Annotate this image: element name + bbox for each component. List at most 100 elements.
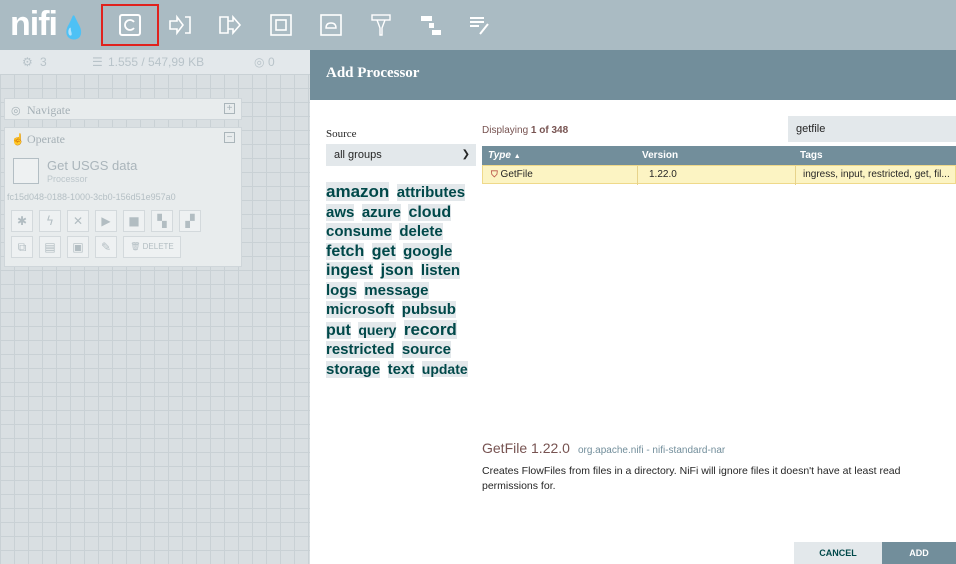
- label-icon[interactable]: [466, 12, 492, 38]
- color-icon[interactable]: ✎: [95, 236, 117, 258]
- paste-icon[interactable]: ▤: [39, 236, 61, 258]
- processor-description-wrap: Creates FlowFiles from files in a direct…: [482, 441, 942, 494]
- tag-listen[interactable]: listen: [420, 262, 461, 279]
- processor-type-table: Type ▲ Version Tags ⛉ GetFile 1.22.0 ing…: [482, 146, 956, 185]
- tag-cloud: amazon attributes aws azure cloud consum…: [326, 182, 476, 379]
- tag-google[interactable]: google: [403, 242, 453, 260]
- expand-icon[interactable]: +: [224, 103, 235, 114]
- create-template-icon[interactable]: ▚: [151, 210, 173, 232]
- result-count: Displaying 1 of 348: [482, 125, 568, 136]
- navigate-panel: ◎ Navigate +: [4, 98, 242, 120]
- process-group-icon[interactable]: [268, 12, 294, 38]
- cancel-button[interactable]: CANCEL: [794, 542, 882, 564]
- tag-logs[interactable]: logs: [326, 281, 357, 299]
- threads-icon: ⚙: [22, 55, 33, 69]
- start-icon[interactable]: ▶: [95, 210, 117, 232]
- tag-delete[interactable]: delete: [399, 223, 443, 240]
- source-label: Source: [326, 128, 357, 140]
- processor-selection-icon: [13, 158, 39, 184]
- row-version: 1.22.0: [649, 169, 677, 180]
- component-toolbar: nifi 💧: [0, 0, 956, 50]
- tag-amazon[interactable]: amazon: [326, 182, 390, 201]
- configure-icon[interactable]: ✱: [11, 210, 33, 232]
- tag-consume[interactable]: consume: [326, 223, 392, 240]
- column-type[interactable]: Type ▲: [488, 150, 521, 161]
- row-type: ⛉ GetFile: [491, 169, 533, 180]
- tag-storage[interactable]: storage: [326, 360, 381, 378]
- operate-panel: ☝ Operate − Get USGS data Processor fc15d…: [4, 127, 242, 267]
- add-button[interactable]: ADD: [882, 542, 956, 564]
- table-row[interactable]: ⛉ GetFile 1.22.0 ingress, input, restric…: [482, 165, 956, 185]
- processor-icon-highlight: [101, 4, 159, 46]
- drop-icon: 💧: [59, 15, 87, 40]
- add-processor-dialog: Add Processor Source all groups ❯ amazon…: [310, 50, 956, 564]
- tag-json[interactable]: json: [380, 262, 414, 279]
- chevron-down-icon: ❯: [461, 149, 470, 160]
- tag-fetch[interactable]: fetch: [326, 242, 365, 260]
- running-count: 0: [268, 55, 275, 69]
- nifi-logo: nifi 💧: [10, 4, 87, 48]
- output-port-icon[interactable]: [217, 12, 243, 38]
- hand-icon: ☝: [11, 134, 25, 146]
- running-icon: ◎: [254, 55, 265, 69]
- delete-button[interactable]: 🗑 DELETE: [123, 236, 181, 258]
- table-header: Type ▲ Version Tags: [482, 146, 956, 165]
- tag-record[interactable]: record: [403, 319, 457, 339]
- navigate-title: Navigate: [27, 103, 71, 117]
- tag-update[interactable]: update: [421, 360, 468, 377]
- tag-microsoft[interactable]: microsoft: [326, 301, 395, 318]
- queued-value: 1.555 / 547,99 KB: [108, 55, 205, 69]
- thread-count: 3: [40, 55, 47, 69]
- row-tags: ingress, input, restricted, get, fil...: [803, 169, 950, 180]
- displaying-count: 1 of 348: [530, 125, 569, 136]
- tag-ingest[interactable]: ingest: [326, 262, 374, 279]
- dialog-title: Add Processor: [326, 65, 420, 81]
- remote-process-group-icon[interactable]: [318, 12, 344, 38]
- tag-aws[interactable]: aws: [326, 203, 355, 221]
- column-version[interactable]: Version: [642, 150, 678, 161]
- displaying-prefix: Displaying: [482, 125, 529, 136]
- queued-icon: ☰: [92, 55, 103, 69]
- navigate-header[interactable]: ◎ Navigate +: [5, 99, 241, 121]
- logo-text: nifi: [10, 5, 58, 43]
- enable-icon[interactable]: ϟ: [39, 210, 61, 232]
- tag-azure[interactable]: azure: [361, 203, 401, 221]
- delete-label: DELETE: [142, 242, 174, 251]
- sort-asc-icon: ▲: [513, 153, 521, 160]
- disable-icon[interactable]: ✕: [67, 210, 89, 232]
- funnel-icon[interactable]: [368, 12, 394, 38]
- group-icon[interactable]: ▣: [67, 236, 89, 258]
- tag-put[interactable]: put: [326, 321, 351, 339]
- stop-icon[interactable]: ■: [123, 210, 145, 232]
- selection-type: Processor: [47, 174, 88, 184]
- processor-description: Creates FlowFiles from files in a direct…: [482, 465, 901, 492]
- tag-pubsub[interactable]: pubsub: [401, 301, 456, 318]
- tag-message[interactable]: message: [364, 281, 429, 299]
- source-select[interactable]: all groups ❯: [326, 144, 476, 166]
- compass-icon: ◎: [11, 105, 21, 117]
- tag-attributes[interactable]: attributes: [396, 184, 466, 201]
- selection-name: Get USGS data: [47, 158, 138, 173]
- input-port-icon[interactable]: [167, 12, 193, 38]
- tag-text[interactable]: text: [387, 360, 415, 378]
- copy-icon[interactable]: ⧉: [11, 236, 33, 258]
- operate-title: Operate: [27, 132, 65, 146]
- filter-input[interactable]: [788, 116, 956, 142]
- tag-query[interactable]: query: [358, 321, 397, 338]
- column-tags[interactable]: Tags: [800, 150, 823, 161]
- source-select-value: all groups: [334, 149, 382, 161]
- tag-get[interactable]: get: [371, 242, 396, 260]
- template-icon[interactable]: [418, 12, 444, 38]
- operate-actions-row-2: ⧉ ▤ ▣ ✎ 🗑 DELETE: [11, 236, 181, 258]
- status-bar: ⚙ 3 ☰ 1.555 / 547,99 KB ◎ 0: [0, 50, 310, 74]
- tag-source[interactable]: source: [401, 341, 452, 358]
- row-type-label: GetFile: [500, 169, 533, 180]
- tag-cloud[interactable]: cloud: [408, 203, 452, 221]
- column-separator: [795, 166, 796, 185]
- collapse-icon[interactable]: −: [224, 132, 235, 143]
- operate-actions-row-1: ✱ ϟ ✕ ▶ ■ ▚ ▞: [11, 210, 201, 232]
- upload-template-icon[interactable]: ▞: [179, 210, 201, 232]
- tag-restricted[interactable]: restricted: [326, 341, 395, 358]
- operate-header[interactable]: ☝ Operate −: [5, 128, 241, 150]
- shield-icon: ⛉: [491, 169, 498, 179]
